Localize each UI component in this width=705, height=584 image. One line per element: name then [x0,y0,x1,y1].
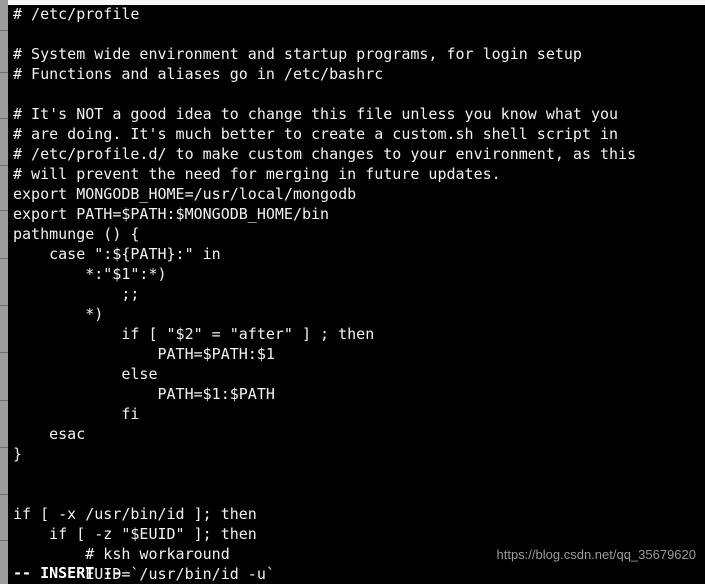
gutter-tick [0,118,8,119]
gutter-tick [0,494,8,495]
code-line: # System wide environment and startup pr… [13,45,582,63]
code-line: # It's NOT a good idea to change this fi… [13,105,619,123]
code-line: # Functions and aliases go in /etc/bashr… [13,65,384,83]
code-line: # will prevent the need for merging in f… [13,165,501,183]
left-gutter-rail[interactable] [0,0,8,584]
code-line: ;; [13,285,140,303]
gutter-tick [0,400,8,401]
gutter-tick [0,258,8,259]
code-line: if [ -z "$EUID" ]; then [13,525,257,543]
gutter-tick [0,540,8,541]
code-line: *) [13,305,104,323]
code-line: PATH=$1:$PATH [13,385,275,403]
code-line: # /etc/profile.d/ to make custom changes… [13,145,637,163]
gutter-tick [0,72,8,73]
code-line: *:"$1":*) [13,265,167,283]
code-line: esac [13,425,86,443]
code-line: export PATH=$PATH:$MONGODB_HOME/bin [13,205,330,223]
terminal-window: # /etc/profile # System wide environment … [0,0,705,584]
code-line: } [13,445,23,463]
code-line: # /etc/profile [13,5,140,23]
code-line: pathmunge () { [13,225,140,243]
gutter-tick [0,210,8,211]
gutter-tick [0,352,8,353]
gutter-tick [0,447,8,448]
code-line: case ":${PATH}:" in [13,245,221,263]
gutter-tick [0,305,8,306]
code-line: PATH=$PATH:$1 [13,345,275,363]
code-line: else [13,365,158,383]
code-line: fi [13,405,140,423]
editor-text-area[interactable]: # /etc/profile # System wide environment … [13,4,705,584]
code-line: if [ -x /usr/bin/id ]; then [13,505,257,523]
code-line: # are doing. It's much better to create … [13,125,619,143]
code-line: export MONGODB_HOME=/usr/local/mongodb [13,185,357,203]
watermark-text: https://blog.csdn.net/qq_35679620 [496,547,697,562]
gutter-tick [0,165,8,166]
gutter-tick [0,30,8,31]
vim-status-mode: -- INSERT -- [13,564,122,582]
code-line: if [ "$2" = "after" ] ; then [13,325,375,343]
